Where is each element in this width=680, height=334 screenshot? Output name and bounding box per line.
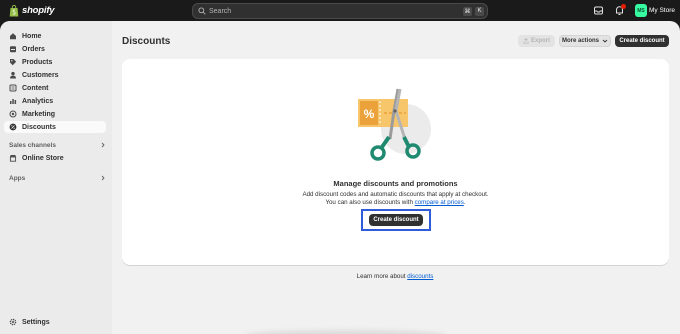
shortcut-cmd-key: ⌘: [463, 6, 472, 16]
apps-label: Apps: [9, 174, 26, 182]
sales-channels-label: Sales channels: [9, 141, 56, 149]
create-discount-header-button[interactable]: Create discount: [615, 35, 669, 47]
sales-channels-header[interactable]: Sales channels: [9, 140, 106, 150]
sidebar-item-content[interactable]: Content: [4, 82, 106, 94]
sidebar-item-marketing[interactable]: Marketing: [4, 108, 106, 120]
shortcut-k-key: K: [475, 6, 484, 16]
desc-suffix: .: [463, 199, 466, 206]
top-bar: shopify Search ⌘ K MS My Store: [0, 0, 680, 21]
home-icon: [10, 33, 16, 40]
sidebar-item-label: Home: [22, 32, 42, 40]
sidebar-item-label: Products: [22, 58, 53, 66]
sidebar-item-customers[interactable]: Customers: [4, 69, 106, 81]
sidebar-item-label: Discounts: [22, 123, 56, 131]
shopify-logo[interactable]: shopify: [9, 4, 55, 17]
sidebar-item-settings[interactable]: Settings: [4, 316, 106, 328]
discounts-help-link[interactable]: discounts: [407, 273, 433, 280]
avatar[interactable]: MS: [635, 4, 647, 17]
more-actions-label: More actions: [561, 38, 599, 44]
orders-icon: [10, 46, 16, 53]
apps-header[interactable]: Apps: [9, 173, 106, 183]
sidebar-item-label: Online Store: [22, 154, 64, 162]
sidebar-item-orders[interactable]: Orders: [4, 43, 106, 55]
chevron-down-icon: [602, 39, 608, 43]
content-icon: [9, 84, 17, 92]
bottom-shadow: [246, 330, 446, 334]
empty-state-description: Add discount codes and automatic discoun…: [302, 191, 489, 198]
sidebar-item-label: Settings: [22, 318, 50, 326]
learn-more-text: Learn more about discounts: [0, 273, 680, 280]
sidebar-item-label: Marketing: [22, 110, 56, 118]
sidebar-item-label: Analytics: [22, 97, 54, 105]
sidebar-item-discounts[interactable]: Discounts: [4, 121, 106, 133]
export-button[interactable]: Export: [518, 35, 555, 47]
chart-icon: [10, 99, 17, 104]
sidebar-item-home[interactable]: Home: [4, 30, 106, 42]
chevron-right-icon: [101, 175, 105, 181]
brand-name: shopify: [22, 5, 55, 16]
search-input[interactable]: Search: [209, 8, 463, 15]
sidebar: Home Orders Products Customers Content A…: [0, 21, 112, 334]
target-icon: [9, 110, 17, 118]
store-name[interactable]: My Store: [649, 7, 675, 14]
search-icon: [198, 7, 206, 15]
search-bar[interactable]: Search ⌘ K: [192, 3, 488, 19]
sidebar-item-products[interactable]: Products: [4, 56, 106, 68]
compare-at-prices-link[interactable]: compare at prices: [415, 199, 464, 206]
export-label: Export: [530, 38, 550, 44]
empty-state-description-line2: You can also use discounts with compare …: [122, 199, 669, 206]
sidebar-item-analytics[interactable]: Analytics: [4, 95, 106, 107]
sidebar-item-label: Customers: [22, 71, 59, 79]
admin-frame: Home Orders Products Customers Content A…: [0, 21, 680, 334]
export-icon: [523, 38, 529, 44]
empty-state-heading: Manage discounts and promotions: [333, 179, 458, 188]
sidebar-item-label: Orders: [22, 45, 45, 53]
svg-text:%: %: [364, 107, 375, 121]
sidebar-item-online-store[interactable]: Online Store: [4, 152, 106, 164]
scissors-coupon-illustration: %: [358, 88, 431, 161]
gear-icon: [9, 318, 17, 326]
tag-icon: [10, 59, 17, 66]
notification-badge: [621, 4, 626, 9]
discount-icon: [9, 123, 17, 131]
page-title: Discounts: [122, 36, 171, 47]
learn-more-prefix: Learn more about: [356, 273, 408, 280]
sidebar-item-label: Content: [22, 84, 49, 92]
chevron-right-icon: [101, 142, 105, 148]
store-icon: [9, 155, 17, 162]
create-discount-button[interactable]: Create discount: [369, 214, 423, 226]
person-icon: [10, 71, 16, 79]
empty-state-card: % Manage discounts and promotions Add di…: [122, 59, 669, 265]
more-actions-button[interactable]: More actions: [559, 35, 611, 47]
store-inbox-icon[interactable]: [593, 5, 604, 16]
shopify-bag-icon: [9, 4, 19, 16]
desc-prefix: You can also use discounts with: [325, 199, 415, 206]
